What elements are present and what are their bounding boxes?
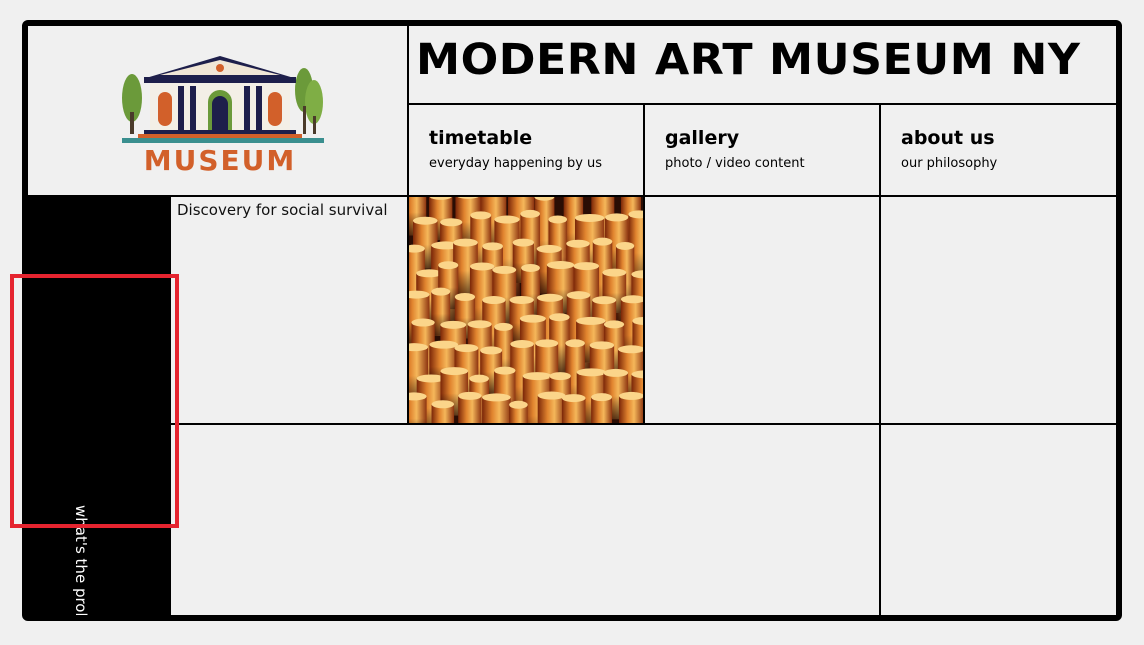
logo-cell: MUSEUM <box>28 26 409 197</box>
grid-line <box>407 197 409 425</box>
nav-about-us-subtitle: our philosophy <box>901 156 998 171</box>
nav-about-us[interactable]: about us our philosophy <box>881 105 1116 197</box>
page-frame: MUSEUM MODERN ART MUSEUM NY timetable ev… <box>22 20 1122 621</box>
grid-line <box>643 197 645 425</box>
nav-about-us-label: about us <box>901 127 995 149</box>
museum-logo[interactable]: MUSEUM <box>114 50 326 174</box>
artwork-graphic <box>409 197 643 423</box>
sidebar-vertical-label[interactable]: what's the problem <box>72 505 90 615</box>
artwork-image[interactable] <box>409 197 643 423</box>
nav-timetable-subtitle: everyday happening by us <box>429 156 603 171</box>
nav-gallery-subtitle: photo / video content <box>665 156 805 171</box>
logo-wordmark: MUSEUM <box>144 144 297 174</box>
nav-timetable-label: timetable <box>429 127 533 149</box>
page-title: MODERN ART MUSEUM NY <box>416 35 1081 85</box>
discovery-text: Discovery for social survival <box>177 201 388 219</box>
left-sidebar: what's the problem <box>28 197 171 615</box>
grid-line <box>879 197 881 615</box>
grid-line <box>171 423 1116 425</box>
nav-gallery-label: gallery <box>665 127 740 149</box>
title-cell: MODERN ART MUSEUM NY <box>409 26 1116 105</box>
nav-timetable[interactable]: timetable everyday happening by us <box>409 105 645 197</box>
nav-gallery[interactable]: gallery photo / video content <box>645 105 881 197</box>
